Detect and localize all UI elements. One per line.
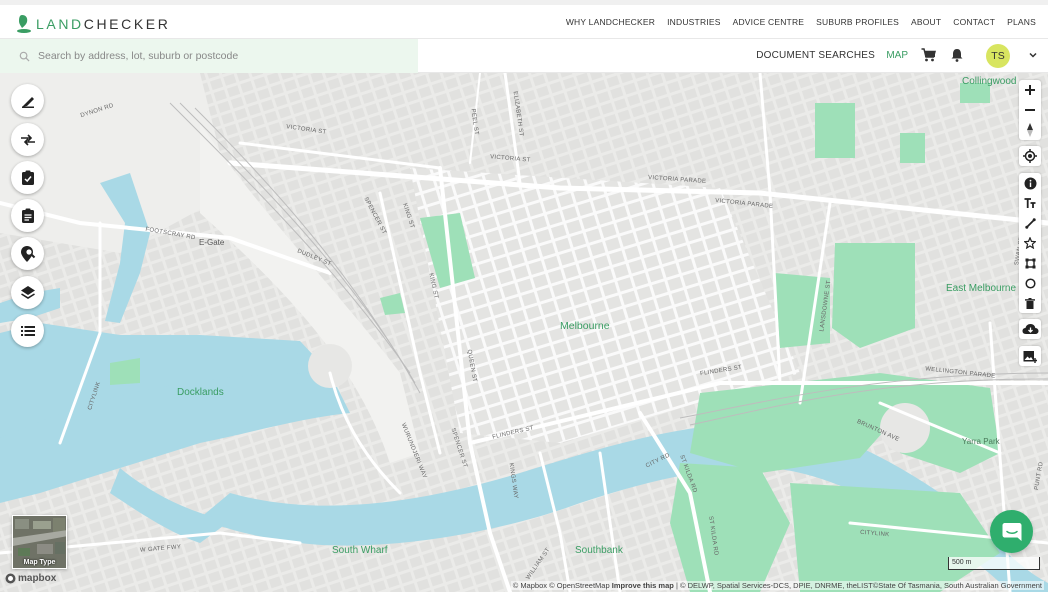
- place-label: South Wharf: [332, 545, 388, 556]
- zoom-in-icon: [1025, 85, 1035, 95]
- delete-button[interactable]: [1019, 293, 1041, 313]
- line-icon: [1024, 217, 1036, 229]
- map-link[interactable]: MAP: [886, 50, 908, 61]
- drawing-tools: [1019, 173, 1041, 313]
- circle-icon: [1024, 277, 1036, 289]
- user-avatar[interactable]: TS: [986, 44, 1010, 68]
- map-attribution: © Mapbox © OpenStreetMap Improve this ma…: [510, 581, 1044, 590]
- document-icon: [21, 208, 34, 223]
- download-control: [1019, 319, 1041, 339]
- attribution-sources[interactable]: © Mapbox © OpenStreetMap: [513, 581, 610, 590]
- cloud-download-icon: [1022, 324, 1038, 334]
- search-icon: [19, 51, 30, 62]
- place-label: Southbank: [575, 545, 623, 556]
- add-image-icon: [1023, 350, 1037, 363]
- compare-arrows-icon: [20, 133, 35, 146]
- place-label: East Melbourne: [946, 283, 1017, 294]
- place-label: Yarra Park: [962, 437, 1000, 446]
- map-type-toggle[interactable]: Map Type: [12, 515, 67, 569]
- ruler-pencil-icon: [21, 96, 34, 108]
- circle-tool-button[interactable]: [1019, 273, 1041, 293]
- info-icon: [1024, 177, 1036, 189]
- place-label: E-Gate: [199, 238, 225, 247]
- marker-tool-button[interactable]: [1019, 233, 1041, 253]
- polygon-icon: [1025, 258, 1035, 268]
- zoom-controls: [1019, 80, 1041, 140]
- search-input[interactable]: [38, 50, 398, 62]
- zoom-out-icon: [1025, 109, 1035, 111]
- sub-navbar: DOCUMENT SEARCHES MAP TS: [418, 39, 1048, 73]
- chat-launcher-button[interactable]: [990, 510, 1033, 553]
- info-button[interactable]: [1019, 173, 1041, 193]
- locate-icon: [1023, 149, 1037, 163]
- text-tool-button[interactable]: [1019, 193, 1041, 213]
- compare-button[interactable]: [11, 123, 44, 156]
- place-label: Docklands: [177, 387, 224, 398]
- geolocate-control: [1019, 146, 1041, 166]
- location-search-icon: [20, 245, 35, 262]
- zoom-in-button[interactable]: [1019, 80, 1041, 100]
- mapbox-logo[interactable]: mapbox: [5, 573, 56, 584]
- line-tool-button[interactable]: [1019, 213, 1041, 233]
- checklist-button[interactable]: [11, 161, 44, 194]
- star-icon: [1024, 237, 1036, 249]
- image-export-control: [1019, 346, 1041, 366]
- mapbox-icon: [5, 573, 16, 584]
- layers-icon: [20, 285, 35, 299]
- measure-tool-button[interactable]: [11, 84, 44, 117]
- clipboard-check-icon: [21, 170, 34, 185]
- bell-icon[interactable]: [951, 48, 963, 62]
- search-bar: [0, 39, 418, 73]
- cart-icon[interactable]: [921, 48, 936, 62]
- top-nav-links: WHY LANDCHECKER INDUSTRIES ADVICE CENTRE…: [566, 17, 1036, 27]
- add-image-button[interactable]: [1019, 346, 1041, 366]
- place-label: Melbourne: [560, 320, 610, 332]
- nav-industries[interactable]: INDUSTRIES: [667, 17, 720, 27]
- compass-icon: [1027, 123, 1033, 137]
- app-window: LANDCHECKER WHY LANDCHECKER INDUSTRIES A…: [0, 0, 1048, 592]
- list-button[interactable]: [11, 314, 44, 347]
- scale-bar: 500 m: [948, 557, 1040, 570]
- chevron-down-icon[interactable]: [1028, 50, 1038, 60]
- geolocate-button[interactable]: [1019, 146, 1041, 166]
- reports-button[interactable]: [11, 199, 44, 232]
- trash-icon: [1025, 297, 1035, 309]
- nav-contact[interactable]: CONTACT: [953, 17, 995, 27]
- polygon-tool-button[interactable]: [1019, 253, 1041, 273]
- map-type-label: Map Type: [23, 559, 56, 566]
- layers-button[interactable]: [11, 276, 44, 309]
- logo-pin-icon: [17, 15, 31, 33]
- mapbox-wordmark: mapbox: [18, 573, 57, 584]
- text-icon: [1024, 197, 1036, 208]
- place-label: Collingwood: [962, 76, 1017, 87]
- landchecker-logo[interactable]: LANDCHECKER: [16, 13, 170, 35]
- zoom-out-button[interactable]: [1019, 100, 1041, 120]
- nav-about[interactable]: ABOUT: [911, 17, 941, 27]
- document-searches-link[interactable]: DOCUMENT SEARCHES: [756, 50, 875, 61]
- attribution-credits: | © DELWP, Spatial Services-DCS, DPIE, D…: [675, 581, 1042, 590]
- list-icon: [20, 325, 35, 336]
- map-base-layer: [0, 73, 1048, 592]
- nav-plans[interactable]: PLANS: [1007, 17, 1036, 27]
- nav-advice-centre[interactable]: ADVICE CENTRE: [733, 17, 805, 27]
- nav-suburb-profiles[interactable]: SUBURB PROFILES: [816, 17, 899, 27]
- top-navbar: LANDCHECKER WHY LANDCHECKER INDUSTRIES A…: [0, 0, 1048, 39]
- download-button[interactable]: [1019, 319, 1041, 339]
- location-search-button[interactable]: [11, 237, 44, 270]
- improve-map-link[interactable]: Improve this map: [612, 581, 674, 590]
- compass-button[interactable]: [1019, 120, 1041, 140]
- logo-wordmark: LANDCHECKER: [36, 16, 171, 32]
- chat-icon: [1002, 522, 1021, 541]
- map-canvas[interactable]: Collingwood Melbourne East Melbourne Doc…: [0, 73, 1048, 592]
- nav-why-landchecker[interactable]: WHY LANDCHECKER: [566, 17, 655, 27]
